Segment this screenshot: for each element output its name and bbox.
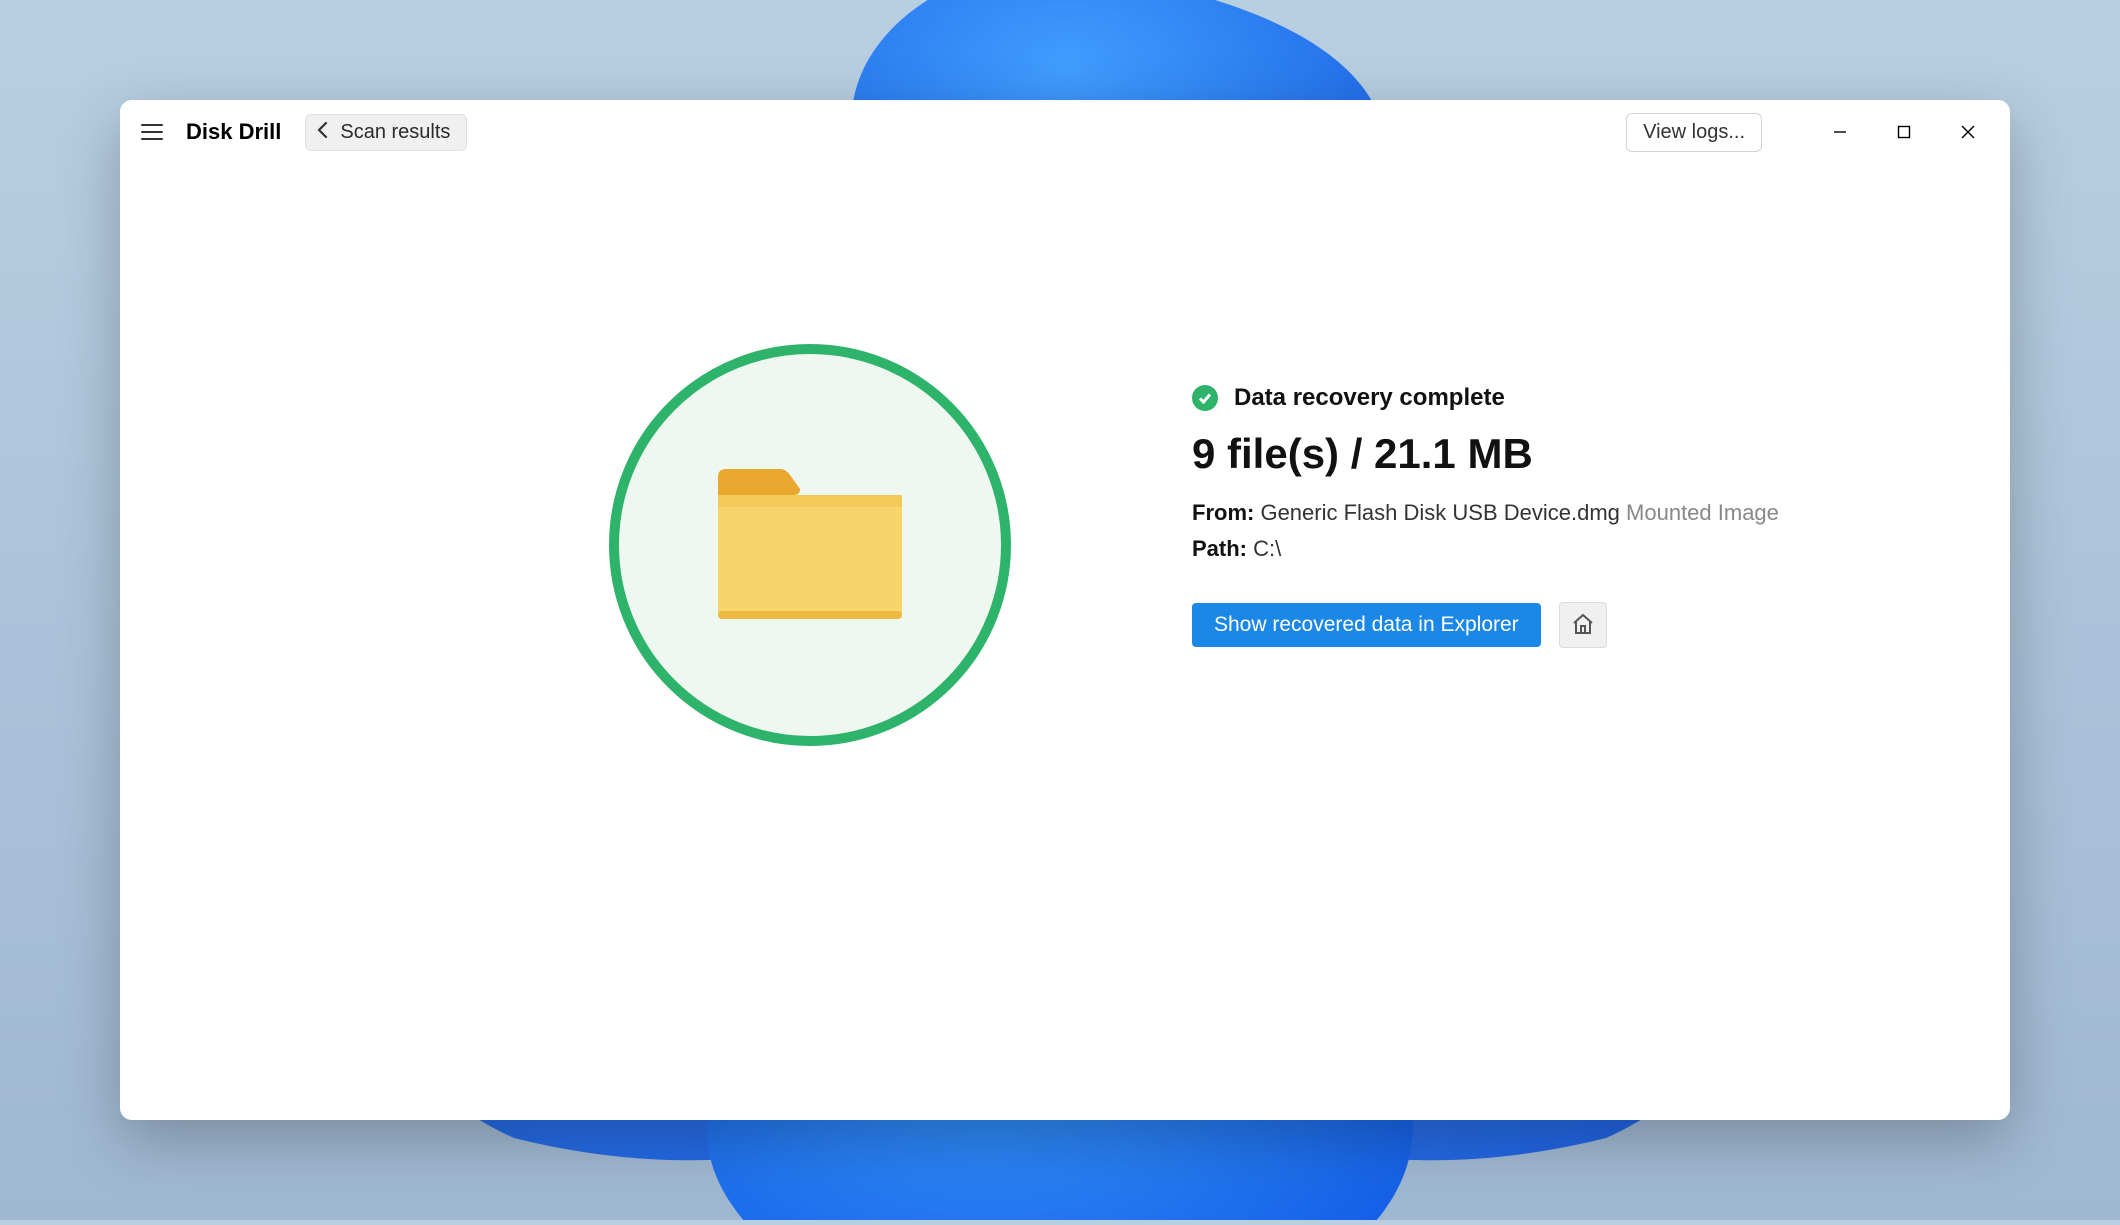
home-icon: [1570, 611, 1596, 640]
result-details: Data recovery complete 9 file(s) / 21.1 …: [1130, 344, 1779, 648]
close-button[interactable]: [1936, 110, 2000, 154]
app-title: Disk Drill: [186, 119, 281, 145]
path-value: C:\: [1253, 536, 1281, 561]
back-button[interactable]: Scan results: [305, 114, 467, 151]
content-area: Data recovery complete 9 file(s) / 21.1 …: [120, 164, 2010, 1120]
titlebar: Disk Drill Scan results View logs...: [120, 100, 2010, 164]
from-label: From:: [1192, 500, 1254, 525]
minimize-button[interactable]: [1808, 110, 1872, 154]
success-ring: [609, 344, 1011, 746]
back-label: Scan results: [340, 121, 450, 144]
maximize-button[interactable]: [1872, 110, 1936, 154]
view-logs-button[interactable]: View logs...: [1626, 113, 1762, 152]
show-recovered-button[interactable]: Show recovered data in Explorer: [1192, 603, 1541, 647]
chevron-left-icon: [316, 121, 330, 143]
from-row: From: Generic Flash Disk USB Device.dmg …: [1192, 500, 1779, 526]
action-row: Show recovered data in Explorer: [1192, 602, 1779, 648]
status-text: Data recovery complete: [1234, 384, 1505, 412]
menu-icon[interactable]: [136, 116, 168, 148]
check-circle-icon: [1192, 385, 1218, 411]
from-suffix: Mounted Image: [1626, 500, 1779, 525]
path-label: Path:: [1192, 536, 1247, 561]
summary-text: 9 file(s) / 21.1 MB: [1192, 430, 1779, 478]
window-controls: [1808, 110, 2000, 154]
app-window: Disk Drill Scan results View logs...: [120, 100, 2010, 1120]
result-illustration: [490, 344, 1130, 746]
path-row: Path: C:\: [1192, 536, 1779, 562]
home-button[interactable]: [1559, 602, 1607, 648]
folder-icon: [710, 465, 910, 625]
from-value: Generic Flash Disk USB Device.dmg: [1260, 500, 1619, 525]
status-line: Data recovery complete: [1192, 384, 1779, 412]
